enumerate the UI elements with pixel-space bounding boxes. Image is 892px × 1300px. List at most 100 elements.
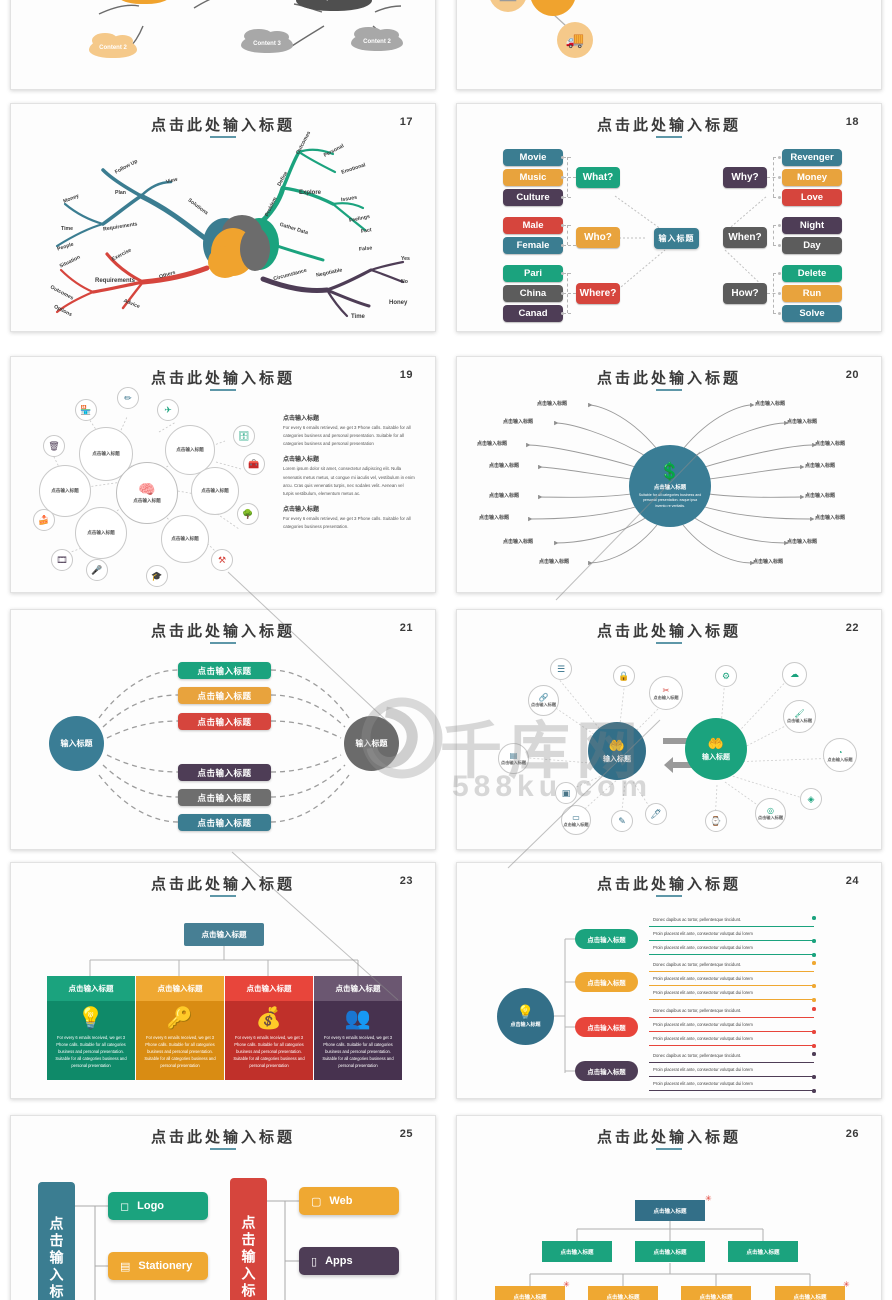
center-bubble-node[interactable]: 🧠 点击输入标题 [116,462,178,524]
question-box[interactable]: How? [723,283,767,304]
level3-node[interactable]: 点击输入标题 [588,1286,658,1300]
slide-thumbnail-21[interactable]: 点击此处输入标题 21 输入标题 输入标题 点击输入标题 点击输入标题 点击输入… [10,609,436,850]
topic-box[interactable]: Canad [503,305,563,322]
piechart-icon-node[interactable]: ◔ 点击输入标题 [823,738,857,772]
link-icon-node[interactable]: 🔗 点击输入标题 [528,685,559,716]
topic-box[interactable]: Delete [782,265,842,282]
radial-label-right[interactable]: 点击输入标题 [815,440,845,447]
note-icon-node[interactable]: ▭ 点击输入标题 [561,805,591,835]
radial-label-left[interactable]: 点击输入标题 [537,400,567,407]
level2-node[interactable]: 点击输入标题 [728,1241,798,1262]
level3-node[interactable]: 点击输入标题 [681,1286,751,1300]
column-bar[interactable]: 点击输入标题 [38,1182,75,1300]
branch-pill[interactable]: 点击输入标题 [575,1061,638,1081]
tree-icon-node[interactable]: 🌳 [237,503,259,525]
left-hub-node[interactable]: 输入标题 [49,716,104,771]
left-center-node[interactable]: 🤲 输入标题 [588,722,646,780]
radial-label-right[interactable]: 点击输入标题 [805,462,835,469]
item-pill[interactable]: 点击输入标题 [178,687,271,704]
radial-label-right[interactable]: 点击输入标题 [787,538,817,545]
radial-label-left[interactable]: 点击输入标题 [503,538,533,545]
bubble-node[interactable]: 点击输入标题 [75,507,127,559]
bubble-node[interactable]: 点击输入标题 [161,515,209,563]
gear-icon-node[interactable]: ⚙ [715,665,737,687]
compass-icon-node[interactable]: ◎ 点击输入标题 [755,798,786,829]
slide-thumbnail-20[interactable]: 点击此处输入标题 20 💲 点击输入标题 Suitable for all ca… [456,356,882,593]
topic-box[interactable]: Movie [503,149,563,166]
topic-box[interactable]: Pari [503,265,563,282]
item-button[interactable]: ▯ Apps [299,1247,399,1275]
info-card[interactable]: 点击输入标题 💡 For every 6 emails received, we… [47,976,135,1080]
topic-box[interactable]: Day [782,237,842,254]
branch-pill[interactable]: 点击输入标题 [575,929,638,949]
layers-icon-node[interactable]: ◈ [800,788,822,810]
bubble-node[interactable]: 点击输入标题 [191,467,239,515]
level3-node[interactable]: 点击输入标题 [495,1286,565,1300]
branch-pill[interactable]: 点击输入标题 [575,972,638,992]
window-icon-node[interactable]: ▤ 点击输入标题 [498,743,529,774]
radial-label-right[interactable]: 点击输入标题 [815,514,845,521]
plane-icon-node[interactable]: ✈ [157,399,179,421]
topic-box[interactable]: Revenger [782,149,842,166]
list-icon-node[interactable]: ☰ [550,658,572,680]
topic-box[interactable]: Run [782,285,842,302]
topic-box[interactable]: Culture [503,189,563,206]
radial-label-left[interactable]: 点击输入标题 [503,418,533,425]
slide-thumbnail-23[interactable]: 点击此处输入标题 23 点击输入标题 点击输入标题 💡 For every 6 … [10,862,436,1099]
slide-thumbnail-25[interactable]: 点击此处输入标题 25 点击输入标题 ◻ Logo ▤ Stationery 点… [10,1115,436,1300]
slide-thumbnail-15[interactable]: Content 1 Goals Content 2 presentation I… [10,0,436,90]
topic-box[interactable]: China [503,285,563,302]
cloud-icon-node[interactable]: ☁ [782,662,807,687]
cloud-node[interactable]: Content 2 [89,32,137,58]
trash-icon-node[interactable]: 🗑 [43,435,65,457]
center-node[interactable]: 输入标题 [654,228,699,249]
branch-pill[interactable]: 点击输入标题 [575,1017,638,1037]
lock-icon-node[interactable]: 🔒 [613,665,635,687]
item-button[interactable]: ▢ Web [299,1187,399,1215]
book-icon-node[interactable]: 🗄 [233,425,255,447]
topic-box[interactable]: Music [503,169,563,186]
radial-label-right[interactable]: 点击输入标题 [755,400,785,407]
slide-thumbnail-16[interactable]: 标题 输入标题 🏪 🚚 🔒 • Aenean luctus orci effic… [456,0,882,90]
info-card[interactable]: 点击输入标题 💰 For every 6 emails received, we… [225,976,313,1080]
right-center-node[interactable]: 🤲 输入标题 [685,718,747,780]
radial-label-left[interactable]: 点击输入标题 [489,462,519,469]
chat-icon-node[interactable]: ▣ [555,782,577,804]
radial-label-left[interactable]: 点击输入标题 [479,514,509,521]
film-icon-node[interactable]: 🎞 [51,549,73,571]
radial-label-right[interactable]: 点击输入标题 [753,558,783,565]
radial-label-left[interactable]: 点击输入标题 [539,558,569,565]
brush-icon-node[interactable]: 🖌 点击输入标题 [783,700,816,733]
question-box[interactable]: When? [723,227,767,248]
root-node[interactable]: 点击输入标题 [635,1200,705,1221]
pen-icon-node[interactable]: 🖊 [645,803,667,825]
topic-box[interactable]: Male [503,217,563,234]
cloud-node[interactable]: Content 3 [241,29,293,53]
question-box[interactable]: Where? [576,283,620,304]
item-pill[interactable]: 点击输入标题 [178,814,271,831]
slide-thumbnail-17[interactable]: 点击此处输入标题 17 Follow Up View Plan Money Re… [10,103,436,332]
slide-thumbnail-18[interactable]: 点击此处输入标题 18 Movie Music Culture What? Ma… [456,103,882,332]
question-box[interactable]: What? [576,167,620,188]
cloud-node[interactable]: Content 2 [351,27,403,51]
item-pill[interactable]: 点击输入标题 [178,713,271,730]
slide-thumbnail-19[interactable]: 点击此处输入标题 19 点击输入标题 点击输入标题 点击输入标题 点击输入标题 … [10,356,436,593]
column-bar[interactable]: 点击输入标题 [230,1178,267,1300]
cap-icon-node[interactable]: 🎓 [146,565,168,587]
item-pill[interactable]: 点击输入标题 [178,662,271,679]
topic-box[interactable]: Love [782,189,842,206]
slide-thumbnail-22[interactable]: 点击此处输入标题 22 🤲 输入标题 🤲 输入标题 ☰ 🔗 点击输入标题 🔒 ✂… [456,609,882,850]
level2-node[interactable]: 点击输入标题 [635,1241,705,1262]
radial-label-left[interactable]: 点击输入标题 [477,440,507,447]
tools-icon-node[interactable]: ⚒ [211,549,233,571]
radial-label-right[interactable]: 点击输入标题 [805,492,835,499]
topic-box[interactable]: Female [503,237,563,254]
level3-node[interactable]: 点击输入标题 [775,1286,845,1300]
mic-icon-node[interactable]: 🎤 [86,559,108,581]
pen-icon-node[interactable]: ✏ [117,387,139,409]
truck-icon-circle[interactable]: 🚚 [557,22,593,58]
watch-icon-node[interactable]: ⌚ [705,810,727,832]
edit-icon-node[interactable]: ✎ [611,810,633,832]
tool-icon-node[interactable]: 🧰 [243,453,265,475]
item-button[interactable]: ◻ Logo [108,1192,208,1220]
